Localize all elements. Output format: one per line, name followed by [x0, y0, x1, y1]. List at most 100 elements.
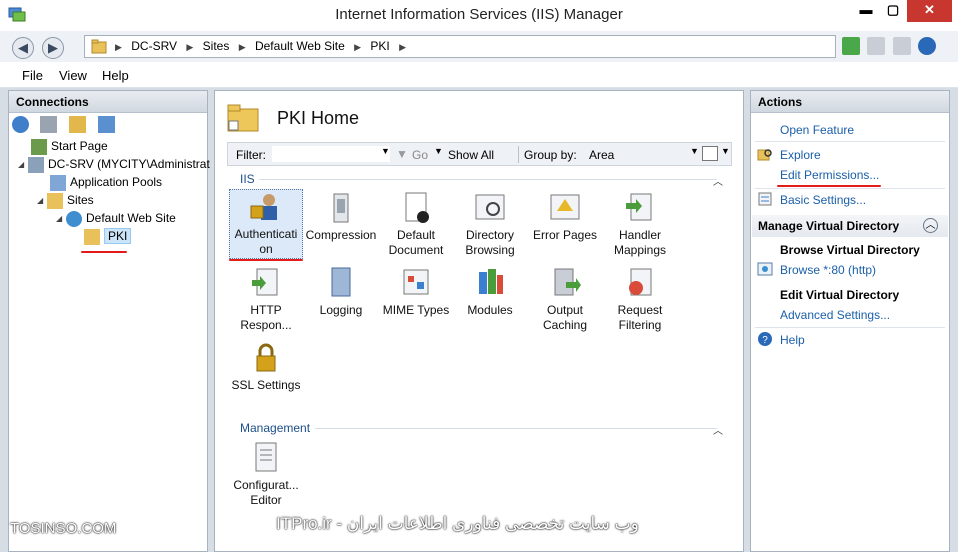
menu-help[interactable]: Help — [102, 68, 129, 83]
help-link[interactable]: Help — [780, 333, 805, 347]
refresh-icon[interactable] — [842, 37, 860, 55]
tree-item-server[interactable]: ◢ DC-SRV (MYCITY\Administrat — [18, 155, 210, 173]
error-pages-icon — [550, 194, 580, 220]
feature-ssl-settings[interactable]: SSL Settings — [229, 341, 303, 393]
workspace: Connections Start Page ◢ DC-SRV (MYCITY\A… — [0, 88, 958, 552]
feature-error-pages[interactable]: Error Pages — [528, 191, 602, 243]
tree-item-default-web-site[interactable]: ◢ Default Web Site — [56, 209, 176, 227]
feature-label: Editor — [250, 493, 282, 507]
tree-item-pki[interactable]: PKI — [84, 227, 132, 245]
watermark-itpro: ITPro.ir - وب سایت تخصصی فناوری اطلاعات … — [276, 514, 639, 533]
collapse-chevron-icon[interactable]: ︿ — [713, 422, 723, 437]
collapse-chevron-icon[interactable]: ︿ — [713, 173, 723, 188]
tree-item-start-page[interactable]: Start Page — [31, 137, 108, 155]
tree-item-application-pools[interactable]: Application Pools — [50, 173, 162, 191]
feature-output-caching[interactable]: Output Caching — [528, 266, 602, 333]
app-pools-icon — [50, 174, 66, 191]
feature-configuration-editor[interactable]: Configurat... Editor — [229, 441, 303, 508]
manage-virtual-directory-header: Manage Virtual Directory — [752, 215, 948, 237]
tree-label: Default Web Site — [86, 211, 176, 225]
section-divider — [315, 428, 717, 429]
feature-label: Error Pages — [532, 228, 598, 242]
feature-mime-types[interactable]: MIME Types — [379, 266, 453, 318]
feature-label: SSL Settings — [231, 378, 301, 392]
go-button[interactable]: Go — [412, 148, 428, 162]
collapse-section-icon[interactable]: ︿ — [923, 218, 938, 233]
browse-virtual-directory-label: Browse Virtual Directory — [780, 243, 920, 257]
feature-compression[interactable]: Compression — [304, 191, 378, 243]
up-folder-icon[interactable] — [69, 116, 86, 133]
save-icon[interactable] — [40, 116, 57, 133]
explore-link[interactable]: Explore — [780, 148, 821, 162]
maximize-button[interactable]: ▢ — [880, 0, 906, 22]
collapse-arrow-icon[interactable]: ◢ — [56, 210, 66, 228]
feature-logging[interactable]: Logging — [304, 266, 378, 318]
menu-file[interactable]: File — [22, 68, 43, 83]
view-mode-dropdown-icon[interactable]: ▼ — [721, 146, 730, 156]
back-button[interactable]: ◀ — [12, 37, 34, 59]
crumb-default-web-site[interactable]: Default Web Site — [255, 39, 345, 53]
basic-settings-link[interactable]: Basic Settings... — [780, 193, 866, 207]
group-by-select[interactable]: Area — [589, 148, 614, 162]
filter-label: Filter: — [236, 148, 266, 162]
feature-label: HTTP — [250, 303, 282, 317]
configuration-editor-icon — [255, 442, 277, 472]
go-dropdown-icon[interactable]: ▼ — [434, 146, 443, 156]
show-all-button[interactable]: Show All — [448, 148, 494, 162]
virtual-directory-icon — [84, 228, 100, 245]
open-feature-link[interactable]: Open Feature — [780, 123, 854, 137]
toolbar-separator — [518, 146, 519, 163]
view-mode-icon[interactable] — [702, 146, 718, 161]
section-divider — [259, 179, 717, 180]
address-bar[interactable]: ▶ DC-SRV ▶ Sites ▶ Default Web Site ▶ PK… — [84, 35, 836, 58]
filter-bar: Filter: ▼ ▼ Go ▼ Show All Group by: Area… — [227, 142, 732, 166]
filter-dropdown-icon[interactable]: ▼ — [381, 146, 390, 156]
feature-view-panel: PKI Home Filter: ▼ ▼ Go ▼ Show All Group… — [214, 90, 744, 552]
section-iis: IIS — [240, 172, 255, 186]
feature-request-filtering[interactable]: Request Filtering — [603, 266, 677, 333]
edit-permissions-link[interactable]: Edit Permissions... — [780, 168, 879, 182]
feature-label: Request — [617, 303, 663, 317]
disconnect-icon[interactable] — [98, 116, 115, 133]
collapse-arrow-icon[interactable]: ◢ — [18, 156, 28, 174]
pki-folder-icon — [227, 104, 259, 132]
crumb-separator: ▶ — [238, 42, 246, 52]
actions-header: Actions — [751, 91, 949, 113]
browse-80-link[interactable]: Browse *:80 (http) — [780, 263, 876, 277]
connect-globe-icon[interactable] — [12, 116, 29, 133]
crumb-separator: ▶ — [115, 42, 122, 52]
collapse-arrow-icon[interactable]: ◢ — [37, 192, 47, 210]
tree-item-sites[interactable]: ◢ Sites — [37, 191, 94, 209]
feature-label: Directory — [465, 228, 514, 242]
compression-icon — [333, 193, 349, 223]
feature-directory-browsing[interactable]: Directory Browsing — [453, 191, 527, 258]
feature-http-response[interactable]: HTTP Respon... — [229, 266, 303, 333]
group-by-dropdown-icon[interactable]: ▼ — [690, 146, 699, 156]
feature-modules[interactable]: Modules — [453, 266, 527, 318]
forward-button[interactable]: ▶ — [42, 37, 64, 59]
actions-divider — [755, 327, 945, 328]
crumb-separator: ▶ — [354, 42, 362, 52]
feature-label: Filtering — [618, 318, 662, 332]
feature-handler-mappings[interactable]: Handler Mappings — [603, 191, 677, 258]
feature-authentication[interactable]: Authenticati on — [229, 189, 303, 259]
manage-virtual-directory-label: Manage Virtual Directory — [758, 219, 900, 233]
start-page-icon — [31, 138, 47, 155]
feature-label: Browsing — [465, 243, 515, 257]
crumb-sites[interactable]: Sites — [203, 39, 230, 53]
modules-icon — [479, 269, 503, 294]
help-icon[interactable] — [918, 37, 937, 55]
feature-default-document[interactable]: Default Document — [379, 191, 453, 258]
menu-view[interactable]: View — [59, 68, 87, 83]
filter-input[interactable] — [272, 146, 390, 162]
home-icon[interactable] — [892, 37, 911, 55]
stop-icon[interactable] — [867, 37, 886, 55]
advanced-settings-link[interactable]: Advanced Settings... — [780, 308, 890, 322]
minimize-button[interactable]: ▬ — [853, 0, 879, 22]
crumb-dc-srv[interactable]: DC-SRV — [131, 39, 177, 53]
edit-virtual-directory-label: Edit Virtual Directory — [780, 288, 900, 302]
red-annotation-underline — [777, 185, 881, 187]
red-annotation-underline — [81, 251, 127, 253]
crumb-pki[interactable]: PKI — [370, 39, 389, 53]
close-button[interactable]: ✕ — [907, 0, 952, 22]
